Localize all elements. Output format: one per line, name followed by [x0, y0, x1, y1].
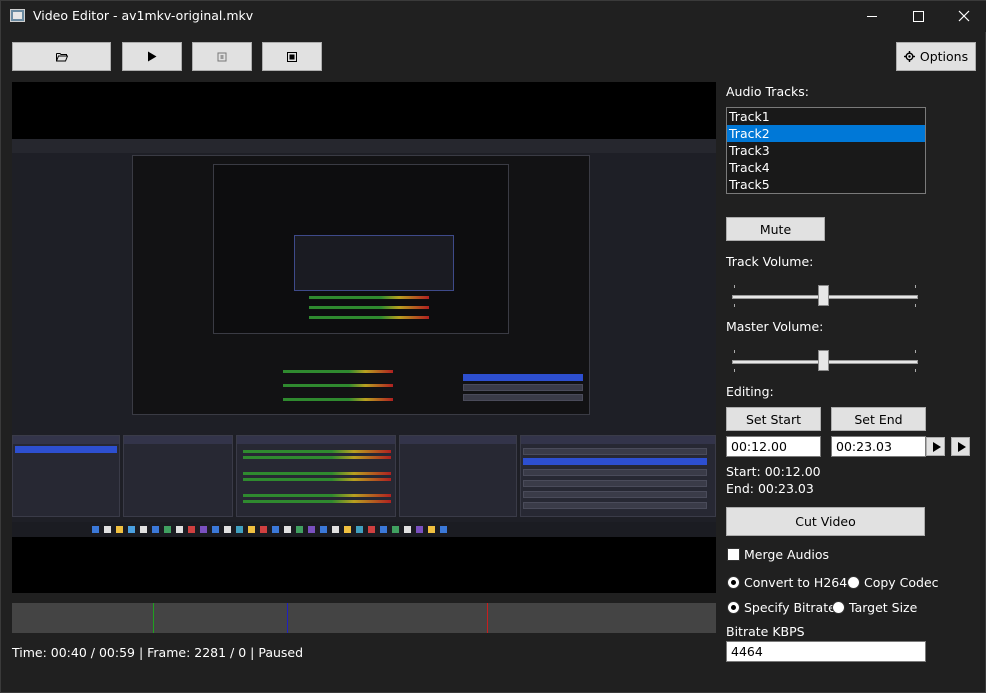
timeline-track[interactable]: [12, 603, 716, 633]
nested-meter: [283, 398, 393, 401]
track-volume-label: Track Volume:: [726, 254, 814, 269]
window-title: Video Editor - av1mkv-original.mkv: [33, 8, 254, 23]
nested-screen-deep: [294, 235, 454, 291]
track-item[interactable]: Track3: [727, 142, 925, 159]
playhead-marker: [287, 603, 288, 633]
close-icon: [958, 10, 970, 22]
options-label: Options: [919, 49, 969, 64]
nested-selection: [463, 374, 583, 381]
stop-icon: [287, 51, 297, 62]
app-icon: [10, 9, 25, 22]
preview-start-button[interactable]: [926, 437, 945, 456]
set-end-button[interactable]: Set End: [831, 407, 926, 431]
nested-row: [463, 394, 583, 401]
cut-video-button[interactable]: Cut Video: [726, 507, 925, 536]
end-time-field[interactable]: 00:23.03: [831, 436, 926, 457]
convert-h264-label: Convert to H264: [744, 575, 848, 590]
merge-audios-checkbox[interactable]: [727, 548, 740, 561]
bitrate-input[interactable]: 4464: [726, 641, 926, 662]
frame-taskbar: [12, 522, 716, 537]
target-size-label: Target Size: [849, 600, 918, 615]
start-time-field[interactable]: 00:12.00: [726, 436, 821, 457]
copy-codec-radio[interactable]: [847, 576, 860, 589]
status-text: Time: 00:40 / 00:59 | Frame: 2281 / 0 | …: [12, 645, 304, 660]
start-marker: [153, 603, 154, 633]
title-bar: Video Editor - av1mkv-original.mkv: [1, 1, 986, 32]
folder-open-icon: [55, 52, 68, 61]
target-size-radio[interactable]: [832, 601, 845, 614]
preview-end-button[interactable]: [951, 437, 970, 456]
gear-icon: [903, 51, 915, 62]
specify-bitrate-label: Specify Bitrate: [744, 600, 836, 615]
audio-tracks-list[interactable]: Track1 Track2 Track3 Track4 Track5: [726, 107, 926, 194]
nested-meter: [309, 306, 429, 309]
video-preview[interactable]: [12, 82, 716, 593]
copy-codec-label: Copy Codec: [864, 575, 939, 590]
master-volume-slider[interactable]: [732, 350, 918, 372]
options-button[interactable]: Options: [896, 42, 976, 71]
dock-transitions: [399, 435, 517, 517]
play-icon: [148, 51, 157, 62]
frame-docks: [12, 435, 716, 517]
merge-audios-label: Merge Audios: [744, 547, 830, 562]
convert-h264-radio[interactable]: [727, 576, 740, 589]
nested-row: [463, 384, 583, 391]
stop-button[interactable]: [262, 42, 322, 71]
nested-meter: [309, 316, 429, 319]
specify-bitrate-radio[interactable]: [727, 601, 740, 614]
master-volume-thumb[interactable]: [818, 350, 829, 371]
mute-button[interactable]: Mute: [726, 217, 825, 241]
nested-meter: [283, 384, 393, 387]
track-item[interactable]: Track1: [727, 108, 925, 125]
start-time-text: Start: 00:12.00: [726, 464, 821, 479]
master-volume-label: Master Volume:: [726, 319, 824, 334]
end-time-text: End: 00:23.03: [726, 481, 814, 496]
nested-meter: [309, 296, 429, 299]
open-file-button[interactable]: [12, 42, 111, 71]
track-item[interactable]: Track4: [727, 159, 925, 176]
track-item[interactable]: Track5: [727, 176, 925, 193]
maximize-button[interactable]: [895, 1, 941, 32]
bitrate-label: Bitrate KBPS: [726, 624, 805, 639]
editing-label: Editing:: [726, 384, 774, 399]
track-volume-thumb[interactable]: [818, 285, 829, 306]
set-start-button[interactable]: Set Start: [726, 407, 821, 431]
audio-tracks-label: Audio Tracks:: [726, 84, 809, 99]
pause-button[interactable]: [192, 42, 252, 71]
dock-mixer: [236, 435, 396, 517]
frame-menu-strip: [12, 139, 716, 153]
track-item-selected[interactable]: Track2: [727, 125, 925, 142]
nested-screen: [132, 155, 590, 415]
dock-scenes: [12, 435, 120, 517]
minimize-button[interactable]: [849, 1, 895, 32]
end-marker: [487, 603, 488, 633]
track-volume-slider[interactable]: [732, 285, 918, 307]
nested-meter: [283, 370, 393, 373]
pause-icon: [217, 52, 227, 61]
close-button[interactable]: [941, 1, 986, 32]
video-frame: [12, 139, 716, 537]
play-button[interactable]: [122, 42, 182, 71]
dock-controls: [520, 435, 716, 517]
dock-sources: [123, 435, 233, 517]
